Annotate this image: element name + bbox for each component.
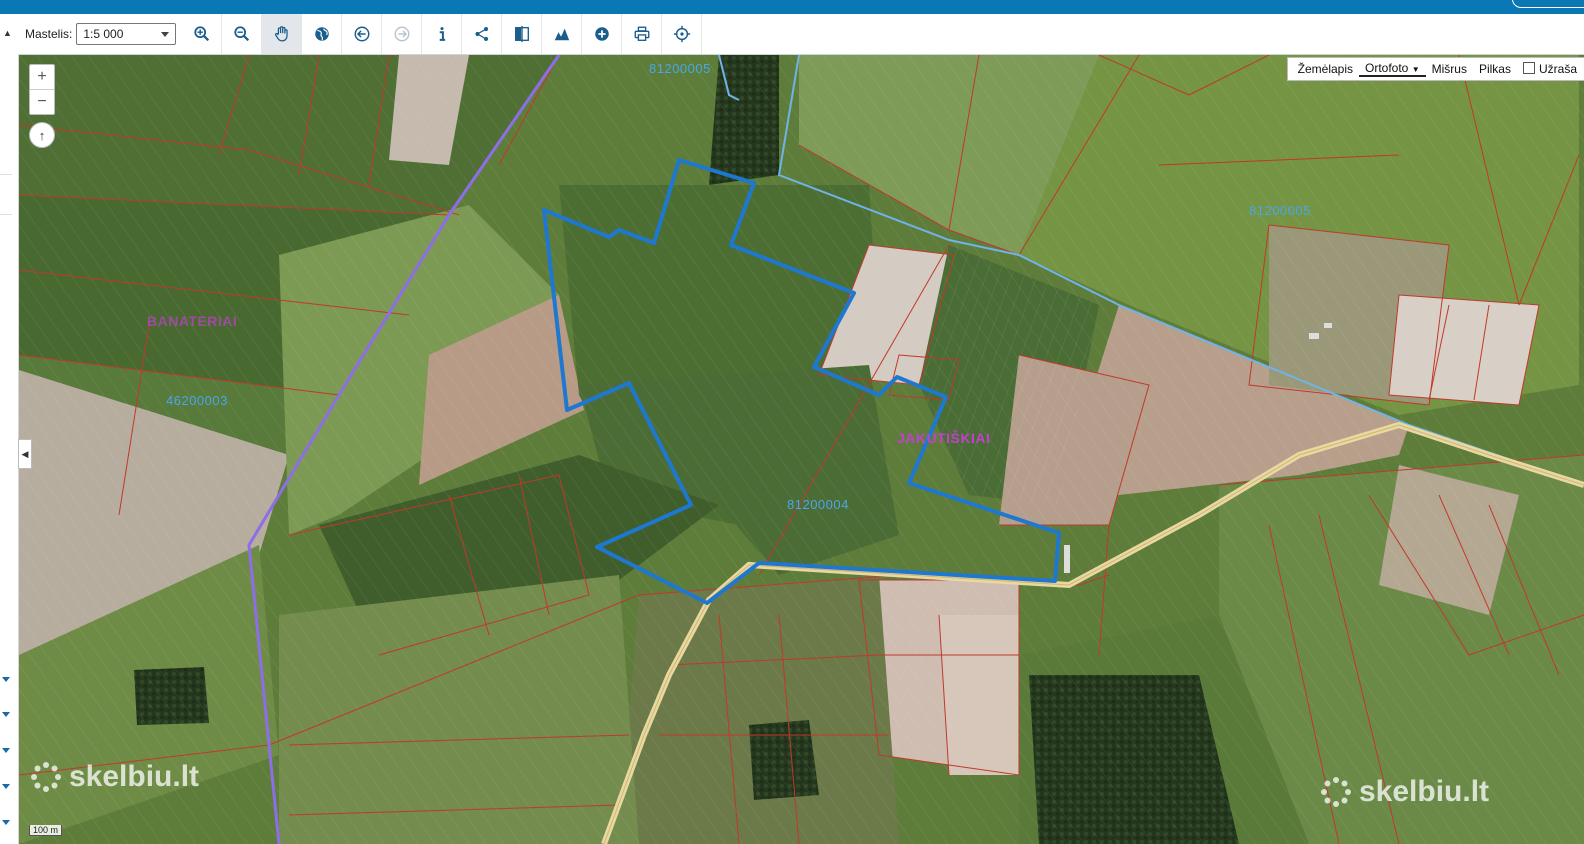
add-button[interactable] [582,14,623,54]
top-header-strip [0,0,1584,14]
orthophoto-map [19,55,1584,844]
add-icon [595,27,609,41]
profile-chart-icon [554,28,570,41]
village-label-jakutiskiai: JAKUTIŠKIAI [897,430,991,446]
globe-button[interactable] [302,14,343,54]
map-zoom-out-button[interactable]: − [30,89,54,114]
layer-ortofoto[interactable]: Ortofoto ▼ [1359,61,1426,77]
sidebar-divider [0,174,12,175]
watermark-text: skelbiu.lt [69,760,200,793]
chevron-down-icon: ▼ [1411,65,1420,74]
zoom-out-icon [234,26,249,42]
village-label-banateriai: BANATERIAI [147,313,238,329]
zoom-out-button[interactable] [222,14,263,54]
globe-icon [315,27,329,41]
cadastre-label: 81200005 [649,61,711,76]
left-sidebar: ▲ [0,14,19,844]
profile-button[interactable] [542,14,583,54]
info-button[interactable] [422,14,463,54]
layer-pilkas[interactable]: Pilkas [1473,62,1517,76]
watermark: skelbiu.lt [1319,775,1489,809]
labels-toggle-label: Užraša [1538,62,1577,76]
basemap-switcher: Žemėlapis Ortofoto ▼ Mišrus Pilkas Užraš… [1286,57,1584,81]
scale-label: Mastelis: [25,27,73,41]
back-arrow-icon [354,26,370,42]
watermark-logo-icon [31,762,61,792]
scale-select[interactable]: 1:5 000 [76,23,177,45]
zoom-in-button[interactable] [182,14,223,54]
labels-checkbox[interactable] [1522,62,1535,74]
info-icon [439,27,445,41]
chevron-down-icon [161,31,170,37]
zoom-in-icon [194,26,209,42]
header-control[interactable] [1512,0,1584,8]
map-zoom-in-button[interactable]: + [30,65,54,89]
locate-icon [673,25,690,43]
sidebar-dropdown-icon[interactable] [2,820,10,825]
labels-toggle[interactable]: Užraša [1517,62,1583,76]
compare-icon [514,25,529,43]
sidebar-dropdown-icon[interactable] [2,748,10,753]
layer-ortofoto-label: Ortofoto [1365,61,1409,75]
forward-button[interactable] [382,14,423,54]
sidebar-divider [0,214,12,215]
print-icon [634,26,650,41]
cadastre-label: 46200003 [166,393,228,408]
cadastre-label: 81200004 [787,497,849,512]
sidebar-dropdown-icon[interactable] [2,677,10,682]
pan-hand-icon [274,26,288,42]
sidebar-dropdown-icon[interactable] [2,712,10,717]
share-button[interactable] [462,14,503,54]
sidebar-toggle-button[interactable]: ◀ [18,439,32,469]
forward-arrow-icon [394,26,410,42]
watermark-text: skelbiu.lt [1359,775,1490,808]
map-view[interactable]: + − ↑ Žemėlapis Ortofoto ▼ Mišrus Pilkas… [19,55,1584,844]
locate-button[interactable] [662,14,703,54]
scale-bar: 100 m [29,825,63,836]
scale-value: 1:5 000 [83,27,124,41]
toolbar-buttons [182,14,703,54]
zoom-control: + − [29,64,55,115]
sidebar-collapse-up-icon[interactable]: ▲ [3,28,12,38]
sidebar-dropdown-icon[interactable] [2,784,10,789]
cadastre-label: 81200005 [1249,203,1311,218]
print-button[interactable] [622,14,663,54]
share-icon [475,26,488,42]
layer-misrus[interactable]: Mišrus [1426,62,1473,76]
layer-zemelapis[interactable]: Žemėlapis [1292,62,1359,76]
watermark-logo-icon [1321,777,1351,807]
back-button[interactable] [342,14,383,54]
north-arrow-button[interactable]: ↑ [29,122,55,148]
compare-button[interactable] [502,14,543,54]
map-toolbar: Mastelis: 1:5 000 [18,14,1584,55]
pan-button[interactable] [262,14,303,54]
watermark: skelbiu.lt [29,760,199,794]
